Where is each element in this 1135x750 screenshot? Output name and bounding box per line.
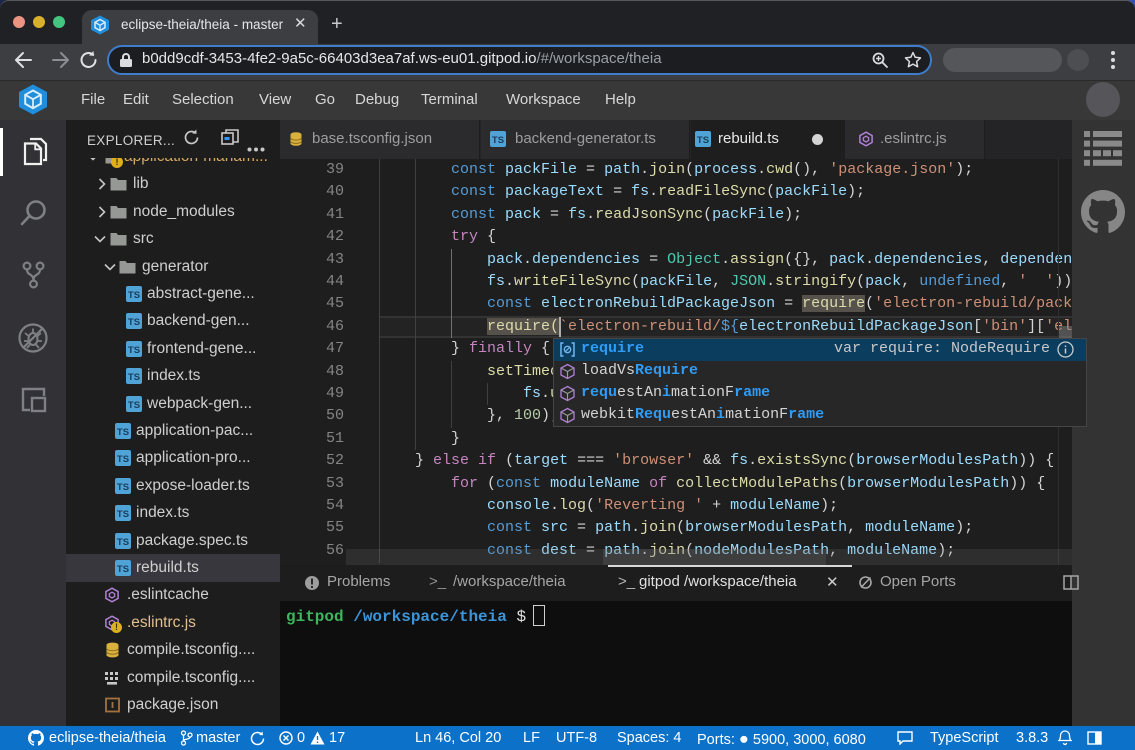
svg-text:TS: TS <box>492 135 504 146</box>
svg-text:TS: TS <box>117 427 129 438</box>
svg-text:TS: TS <box>697 135 709 146</box>
svg-text:TS: TS <box>117 509 129 520</box>
svg-text:TS: TS <box>128 372 140 383</box>
svg-text:TS: TS <box>128 400 140 411</box>
svg-text:TS: TS <box>117 454 129 465</box>
svg-text:TS: TS <box>117 482 129 493</box>
svg-text:TS: TS <box>128 345 140 356</box>
svg-text:TS: TS <box>128 290 140 301</box>
svg-text:TS: TS <box>117 564 129 575</box>
svg-text:TS: TS <box>117 537 129 548</box>
svg-text:TS: TS <box>128 317 140 328</box>
